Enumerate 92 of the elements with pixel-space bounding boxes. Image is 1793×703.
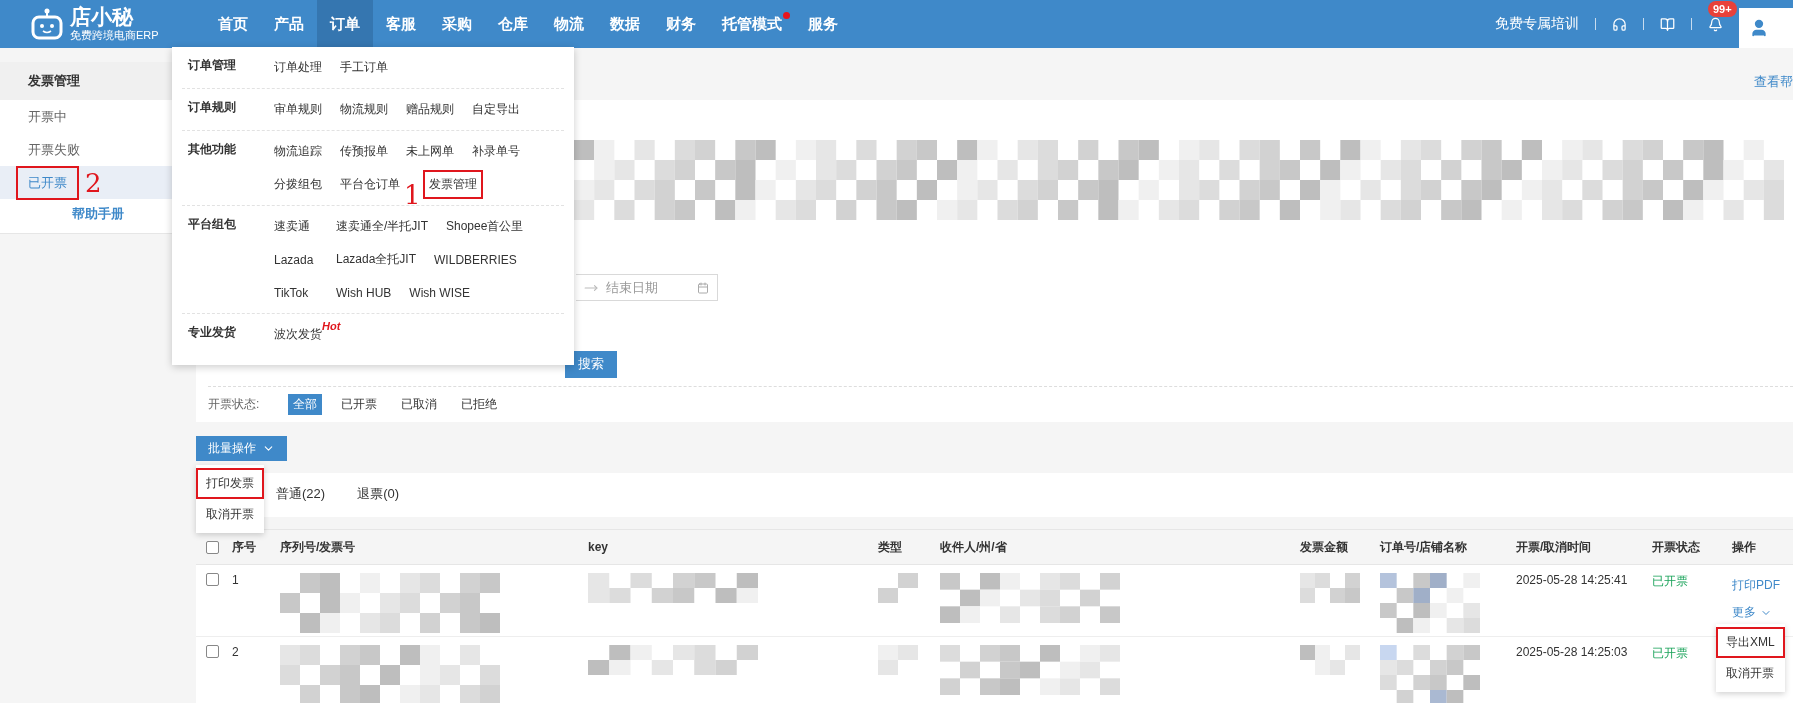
column-header: 序列号/发票号: [280, 538, 357, 556]
menu-section-title: 专业发货: [187, 324, 237, 341]
row-checkbox[interactable]: [206, 573, 219, 586]
help-link[interactable]: 查看帮: [1754, 73, 1793, 91]
batch-actions-button[interactable]: 批量操作: [196, 436, 287, 461]
calendar-icon: [697, 281, 709, 294]
menu-item[interactable]: 速卖通: [268, 212, 324, 241]
sidebar-item[interactable]: 开票中: [16, 99, 79, 134]
nav-tab[interactable]: 产品: [261, 0, 317, 48]
row-checkbox[interactable]: [206, 645, 219, 658]
menu-item[interactable]: Wish HUB: [330, 279, 398, 306]
nav-tab[interactable]: 订单: [317, 0, 373, 48]
menu-item[interactable]: 补录单号: [466, 137, 526, 166]
menu-item[interactable]: 取消开票: [196, 499, 264, 530]
menu-item[interactable]: 速卖通全/半托JIT: [330, 212, 434, 241]
nav-tab[interactable]: 财务: [653, 0, 709, 48]
nav-tab[interactable]: 数据: [597, 0, 653, 48]
menu-item[interactable]: 传预报单: [334, 137, 394, 166]
annotation-number: 2: [85, 169, 102, 196]
logo-name: 店小秘: [70, 5, 135, 28]
logo-tagline: 免费跨境电商ERP: [70, 28, 159, 43]
menu-item[interactable]: 打印发票: [196, 468, 264, 499]
menu-item[interactable]: 分拨组包: [268, 170, 328, 199]
menu-item[interactable]: 取消开票: [1716, 658, 1785, 689]
training-link[interactable]: 免费专属培训: [1495, 15, 1579, 33]
menu-item[interactable]: WILDBERRIES: [428, 246, 523, 273]
status-filter[interactable]: 已拒绝: [456, 393, 502, 415]
invoice-tab[interactable]: 普通(22): [276, 481, 326, 509]
menu-item[interactable]: 发票管理: [422, 170, 483, 199]
menu-section-title: 订单规则: [186, 99, 237, 116]
column-header: 序号: [232, 538, 257, 556]
status-label: 开票状态:: [208, 395, 261, 413]
table-cell-text: 2025-05-28 14:25:03: [1516, 645, 1629, 659]
annotation-number: 1: [404, 181, 421, 208]
menu-item[interactable]: Wish WISE: [403, 279, 476, 306]
hot-tag: Hot: [322, 320, 341, 332]
book-icon[interactable]: [1660, 16, 1675, 32]
column-header: 发票金额: [1300, 538, 1349, 556]
menu-item[interactable]: 订单处理: [268, 53, 328, 82]
action-link[interactable]: 打印PDF: [1732, 577, 1793, 594]
select-all-checkbox[interactable]: [206, 540, 219, 554]
nav-tab[interactable]: 仓库: [485, 0, 541, 48]
menu-item[interactable]: 审单规则: [268, 95, 328, 124]
status-filter[interactable]: 已开票: [336, 393, 382, 415]
menu-item[interactable]: 手工订单: [334, 53, 394, 82]
column-header: 收件人/州/省: [940, 538, 1008, 556]
sidebar-item[interactable]: 开票失败: [16, 132, 92, 167]
invoice-tab[interactable]: 退票(0): [357, 481, 399, 509]
nav-tab[interactable]: 物流: [541, 0, 597, 48]
pixelated-drawing: [1300, 573, 1360, 603]
column-header: key: [588, 540, 610, 554]
bell-icon[interactable]: [1708, 16, 1723, 32]
pixelated-drawing: [878, 573, 918, 603]
menu-item[interactable]: TikTok: [268, 279, 324, 306]
search-button[interactable]: 搜索: [565, 351, 617, 378]
nav-tab[interactable]: 首页: [205, 0, 261, 48]
menu-item[interactable]: Lazada全托JIT: [330, 245, 423, 274]
nav-tab[interactable]: 托管模式: [709, 0, 795, 48]
status-cell-text: 已开票: [1652, 645, 1689, 662]
nav-tab[interactable]: 采购: [429, 0, 485, 48]
nav-tab[interactable]: 服务: [795, 0, 851, 48]
pixelated-drawing: [878, 645, 918, 675]
notification-count: 99+: [1708, 0, 1737, 17]
status-cell-text: 已开票: [1652, 573, 1689, 590]
pixelated-drawing: [1300, 645, 1360, 675]
robot-logo-icon: [30, 8, 64, 40]
status-filter[interactable]: 已取消: [396, 393, 442, 415]
column-header: 类型: [878, 538, 903, 556]
menu-item[interactable]: 导出XML: [1716, 627, 1785, 658]
menu-item[interactable]: Lazada: [268, 246, 324, 273]
action-link[interactable]: 更多: [1732, 604, 1793, 621]
table-cell-text: 2: [232, 645, 240, 659]
menu-item[interactable]: 物流规则: [334, 95, 394, 124]
column-header: 订单号/店铺名称: [1380, 538, 1469, 556]
column-header: 操作: [1732, 538, 1757, 556]
column-header: 开票状态: [1652, 538, 1701, 556]
end-date-placeholder: 结束日期: [606, 278, 658, 297]
headset-icon[interactable]: [1612, 16, 1627, 32]
avatar[interactable]: [1739, 8, 1793, 48]
nav-tab[interactable]: 客服: [373, 0, 429, 48]
table-cell-text: 1: [232, 573, 240, 587]
menu-item[interactable]: 物流追踪: [268, 137, 328, 166]
table-cell-text: 2025-05-28 14:25:41: [1516, 573, 1629, 587]
menu-section-title: 平台组包: [187, 216, 237, 233]
column-header: 开票/取消时间: [1516, 538, 1593, 556]
menu-item[interactable]: 自定导出: [466, 95, 526, 124]
menu-item[interactable]: 平台仓订单: [334, 170, 406, 199]
menu-section-title: 其他功能: [187, 141, 237, 158]
menu-item[interactable]: 未上网单: [400, 137, 460, 166]
status-filter[interactable]: 全部: [288, 393, 322, 415]
menu-item[interactable]: 赠品规则: [400, 95, 460, 124]
menu-item[interactable]: Shopee首公里: [440, 212, 530, 241]
